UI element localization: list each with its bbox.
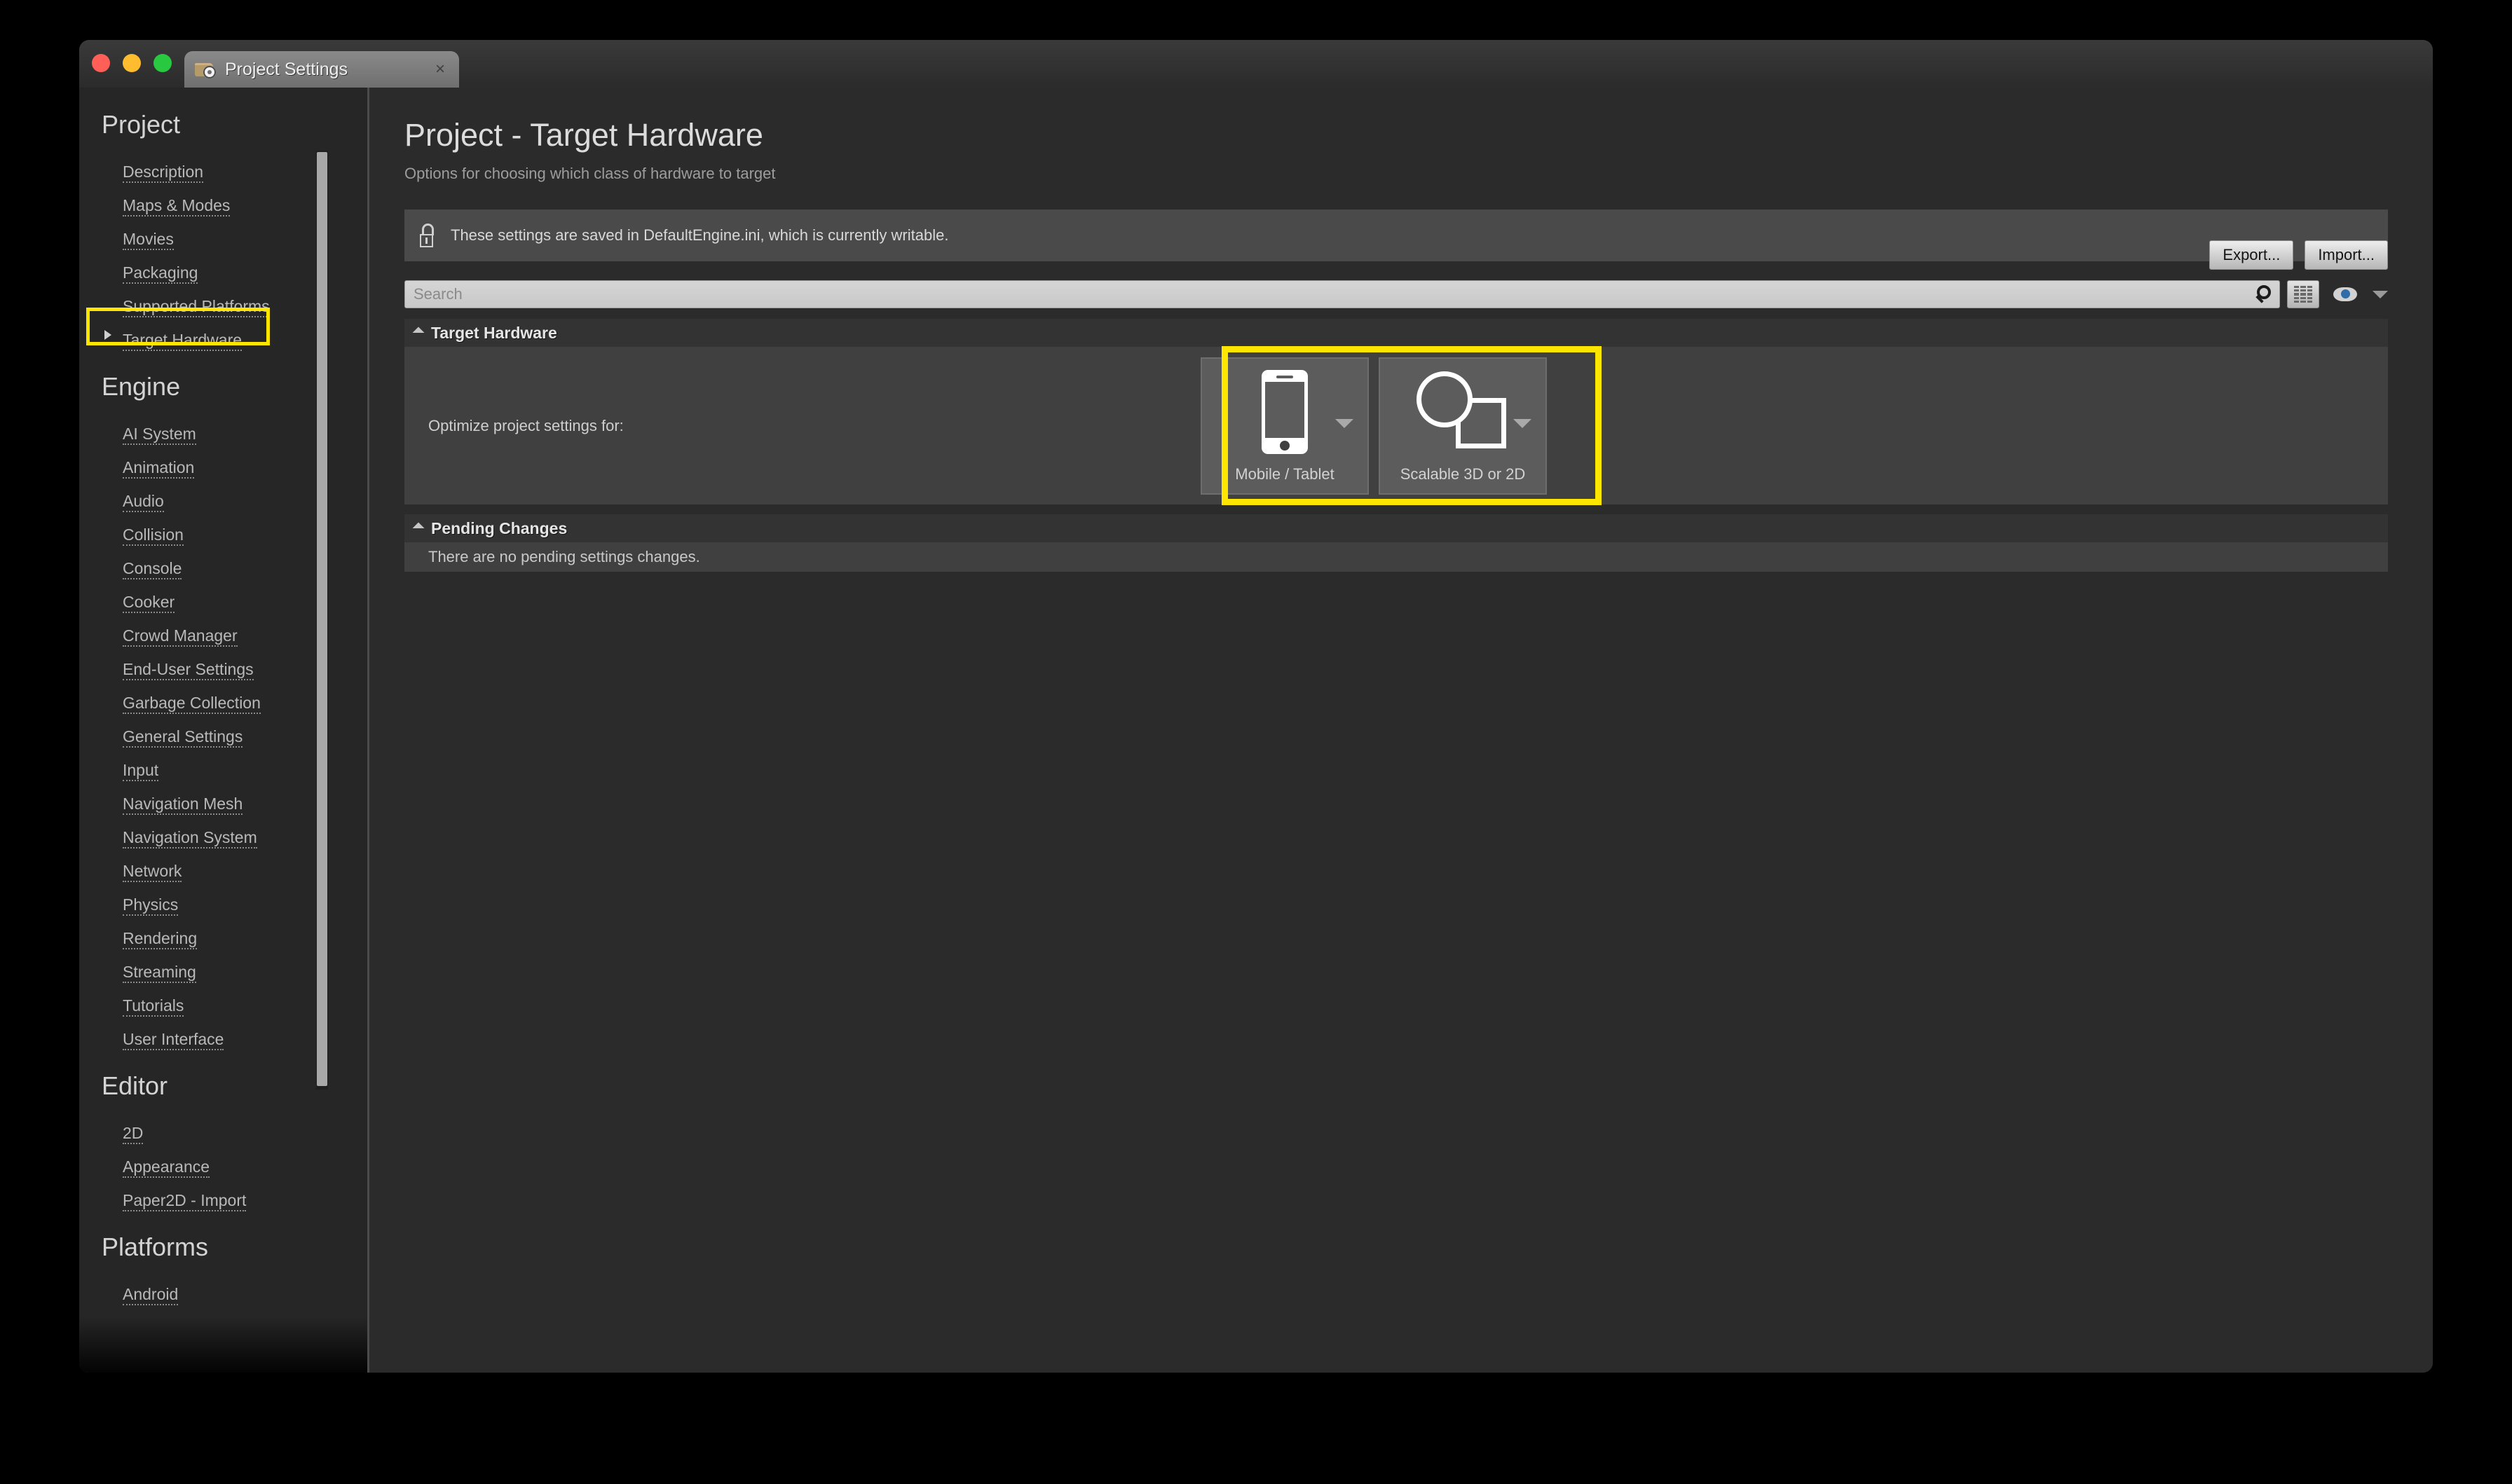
sidebar-item-label: Animation (123, 459, 195, 479)
optimize-for-label: Optimize project settings for: (428, 416, 624, 434)
close-icon[interactable]: × (435, 60, 449, 79)
sidebar-item-label: Audio (123, 493, 164, 513)
sidebar-item-2d[interactable]: 2D (79, 1111, 367, 1145)
window-body: Project Description Maps & Modes Movies Pack… (79, 88, 2433, 1373)
unlocked-padlock-icon (420, 224, 438, 247)
tab-project-settings[interactable]: Project Settings × (184, 51, 459, 88)
search-icon[interactable] (2257, 285, 2271, 299)
sidebar-item-label: Supported Platforms (123, 298, 270, 318)
settings-file-notice: These settings are saved in DefaultEngin… (404, 209, 2388, 261)
close-window-button[interactable] (92, 54, 110, 72)
hardware-option-mobile-tablet[interactable]: Mobile / Tablet (1201, 357, 1369, 495)
pending-changes-body: There are no pending settings changes. (404, 542, 2388, 572)
category-title: Target Hardware (431, 323, 557, 342)
mobile-phone-icon (1262, 369, 1308, 454)
sidebar-item-label: Crowd Manager (123, 627, 238, 647)
minimize-window-button[interactable] (123, 54, 141, 72)
sidebar-item-label: AI System (123, 425, 196, 446)
sidebar-item-label: Description (123, 163, 204, 184)
sidebar-item-label: General Settings (123, 728, 243, 748)
sidebar-item-label: Packaging (123, 264, 198, 284)
sidebar-item-label: Paper2D - Import (123, 1192, 247, 1212)
header-buttons: Export... Import... (2209, 240, 2388, 270)
sidebar-item-label: Android (123, 1286, 179, 1306)
sidebar-item-appearance[interactable]: Appearance (79, 1144, 367, 1179)
sidebar-item-label: Garbage Collection (123, 694, 261, 715)
project-settings-window: Project Settings × Project Description Map… (79, 40, 2433, 1373)
hardware-option-scalable-3d-2d[interactable]: Scalable 3D or 2D (1379, 357, 1547, 495)
sidebar-fade-overlay (79, 1317, 367, 1373)
eye-icon[interactable] (2333, 287, 2357, 301)
maximize-window-button[interactable] (153, 54, 172, 72)
sidebar-item-label: Movies (123, 231, 174, 251)
sidebar-item-label: Appearance (123, 1158, 210, 1179)
sidebar-item-paper2d-import[interactable]: Paper2D - Import (79, 1178, 367, 1212)
sidebar-section-project: Project (102, 110, 181, 139)
import-button[interactable]: Import... (2305, 240, 2388, 270)
traffic-lights (92, 54, 172, 72)
expand-triangle-icon[interactable] (412, 327, 425, 339)
sidebar-scrollbar-thumb[interactable] (317, 152, 327, 1086)
hardware-option-label: Mobile / Tablet (1235, 465, 1334, 483)
sidebar-item-label: Collision (123, 526, 184, 547)
tab-label: Project Settings (225, 59, 348, 79)
expand-arrow-icon (104, 330, 111, 340)
page-subtitle: Options for choosing which class of hard… (404, 165, 776, 182)
page-title: Project - Target Hardware (404, 117, 763, 153)
list-view-icon[interactable] (2287, 280, 2319, 308)
export-button[interactable]: Export... (2209, 240, 2294, 270)
sidebar-section-platforms: Platforms (102, 1232, 209, 1261)
sidebar-item-label: Cooker (123, 593, 175, 614)
search-row: Search (404, 280, 2388, 309)
category-header-pending-changes[interactable]: Pending Changes (404, 514, 2388, 542)
folder-gear-icon (194, 59, 218, 80)
target-hardware-options: Mobile / Tablet Scalable 3D or 2D (1201, 357, 1547, 495)
sidebar-item-label: Rendering (123, 930, 198, 950)
sidebar-item-label: Navigation System (123, 829, 257, 849)
search-placeholder: Search (414, 285, 463, 303)
sidebar-item-label: End-User Settings (123, 661, 254, 681)
window-titlebar: Project Settings × (79, 40, 2433, 88)
sidebar-item-android[interactable]: Android (79, 1272, 367, 1306)
sidebar-item-label: Input (123, 762, 159, 782)
sidebar-item-label: Navigation Mesh (123, 795, 243, 816)
chevron-down-icon[interactable] (1335, 418, 1353, 428)
settings-main-panel: Project - Target Hardware Options for ch… (369, 88, 2433, 1373)
category-header-target-hardware[interactable]: Target Hardware (404, 319, 2388, 347)
chevron-down-icon[interactable] (2373, 290, 2388, 298)
grid-glyph (2294, 286, 2312, 303)
sidebar-item-label: Target Hardware (123, 331, 243, 352)
expand-triangle-icon[interactable] (412, 522, 425, 535)
pending-changes-text: There are no pending settings changes. (428, 548, 700, 565)
circle-square-icon (1417, 371, 1509, 454)
hardware-option-label: Scalable 3D or 2D (1400, 465, 1526, 483)
sidebar-item-label: Network (123, 863, 182, 883)
target-hardware-row: Optimize project settings for: Mobile / … (404, 346, 2388, 505)
sidebar-item-label: Maps & Modes (123, 197, 231, 217)
chevron-down-icon[interactable] (1513, 418, 1531, 428)
settings-sidebar[interactable]: Project Description Maps & Modes Movies Pack… (79, 88, 367, 1373)
category-title: Pending Changes (431, 518, 568, 537)
sidebar-item-label: Console (123, 560, 182, 580)
sidebar-item-label: User Interface (123, 1031, 224, 1051)
sidebar-item-label: Tutorials (123, 997, 184, 1017)
search-input[interactable]: Search (404, 280, 2280, 308)
sidebar-item-label: Physics (123, 896, 179, 916)
notice-text: These settings are saved in DefaultEngin… (451, 226, 949, 244)
sidebar-item-label: Streaming (123, 963, 196, 984)
sidebar-item-label: 2D (123, 1125, 144, 1145)
